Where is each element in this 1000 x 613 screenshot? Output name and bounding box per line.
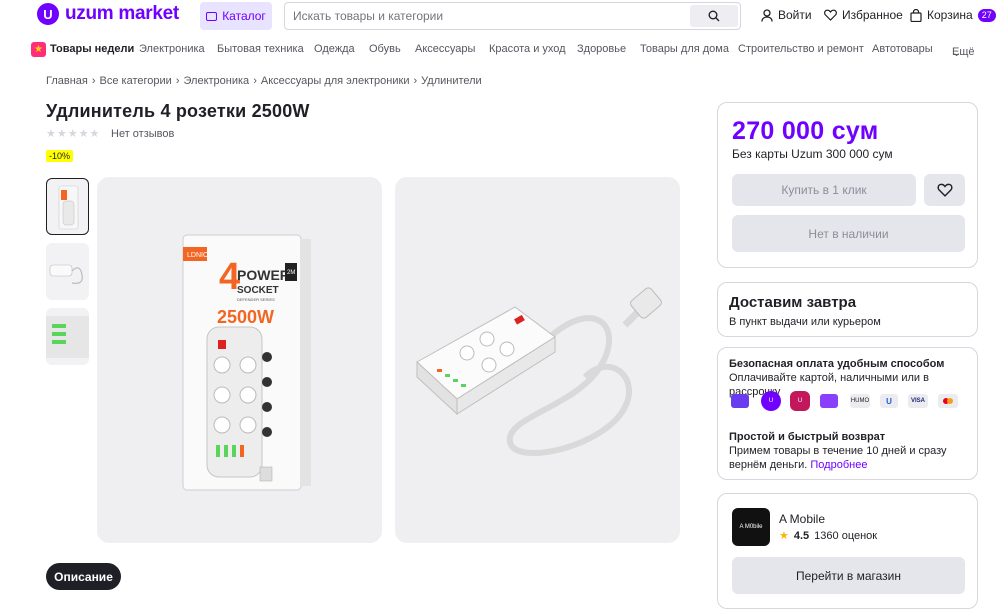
seller-card: A M0bile A Mobile ★ 4.5 1360 оценок Пере… <box>717 493 978 609</box>
breadcrumb-item[interactable]: Все категории <box>100 75 172 87</box>
power-strip-thumb <box>49 264 83 284</box>
delivery-title: Доставим завтра <box>729 294 857 311</box>
catalog-icon <box>206 11 218 21</box>
nav-item-shoes[interactable]: Обувь <box>369 43 401 55</box>
thumbnail-1[interactable] <box>46 178 89 235</box>
nav-item-electronics[interactable]: Электроника <box>139 43 205 55</box>
product-title: Удлинитель 4 розетки 2500W <box>46 101 310 121</box>
wallet-icon <box>820 394 838 408</box>
search-box <box>284 2 741 30</box>
uzum-logo-icon: U <box>37 3 59 25</box>
logo-text: uzum market <box>65 3 179 24</box>
nav-item-construction[interactable]: Строительство и ремонт <box>738 43 864 55</box>
seller-rating: ★ 4.5 1360 оценок <box>779 529 878 543</box>
breadcrumb-item[interactable]: Аксессуары для электроники <box>261 75 410 87</box>
power-strip-illustration <box>416 287 662 457</box>
header: U uzum market Каталог Войти Избранное Ко… <box>0 0 1000 32</box>
breadcrumb-item[interactable]: Электроника <box>184 75 250 87</box>
thumbnail-2[interactable] <box>46 243 89 300</box>
box-socket-text: SOCKET <box>237 285 279 296</box>
return-title: Простой и быстрый возврат <box>729 431 886 443</box>
cart-label: Корзина <box>927 8 973 22</box>
uzum-bank-icon: U <box>761 391 781 411</box>
go-to-shop-button[interactable]: Перейти в магазин <box>732 557 965 594</box>
return-text: Примем товары в течение 10 дней и сразу … <box>729 444 974 472</box>
box-watt-text: 2500W <box>217 307 274 327</box>
cart-link[interactable]: Корзина 27 <box>910 8 996 22</box>
reviews-link[interactable]: Нет отзывов <box>111 128 174 140</box>
chevron-right-icon: › <box>175 75 180 87</box>
nav-item-beauty[interactable]: Красота и уход <box>489 43 566 55</box>
buy-box: 270 000 сум Без карты Uzum 300 000 сум К… <box>717 102 978 268</box>
humo-icon: HUMO <box>850 394 870 408</box>
chevron-right-icon: › <box>413 75 418 87</box>
user-icon <box>761 8 773 22</box>
nav-item-auto[interactable]: Автотовары <box>872 43 933 55</box>
buy-one-click-button[interactable]: Купить в 1 клик <box>732 174 916 206</box>
heart-icon <box>936 183 953 197</box>
favorites-label: Избранное <box>842 8 903 22</box>
star-icon: ★ <box>779 530 789 542</box>
visa-icon: VISA <box>908 394 928 408</box>
return-more-link[interactable]: Подробнее <box>810 459 867 471</box>
breadcrumb-item[interactable]: Удлинители <box>421 75 482 87</box>
favorites-link[interactable]: Избранное <box>824 8 903 22</box>
search-input[interactable] <box>293 3 683 29</box>
nav-item-health[interactable]: Здоровье <box>577 43 626 55</box>
chevron-right-icon: › <box>253 75 257 87</box>
login-link[interactable]: Войти <box>761 8 812 22</box>
price: 270 000 сум <box>732 117 879 145</box>
nav-item-accessories[interactable]: Аксессуары <box>415 43 475 55</box>
mastercard-icon <box>938 394 958 408</box>
nav-item-home[interactable]: Товары для дома <box>640 43 729 55</box>
delivery-card: Доставим завтра В пункт выдачи или курье… <box>717 282 978 337</box>
discount-badge: -10% <box>46 150 74 162</box>
seller-logo[interactable]: A M0bile <box>732 508 770 546</box>
category-nav: ★ Товары недели Электроника Бытовая техн… <box>0 40 1000 60</box>
star-icon: ★ <box>31 42 46 57</box>
login-label: Войти <box>778 8 812 22</box>
payment-title: Безопасная оплата удобным способом <box>729 358 945 370</box>
box-power-text: POWER <box>237 267 290 283</box>
product-box-thumb <box>58 185 79 230</box>
nav-item-appliances[interactable]: Бытовая техника <box>217 43 304 55</box>
chevron-down-icon: ⌄ <box>952 47 962 59</box>
seller-reviews: 1360 оценок <box>814 529 878 542</box>
uzum-nasiya-icon: U <box>790 391 810 411</box>
search-icon <box>708 10 720 22</box>
cart-count-badge: 27 <box>977 8 996 22</box>
search-button[interactable] <box>690 5 738 27</box>
heart-icon <box>824 9 837 21</box>
catalog-button[interactable]: Каталог <box>200 2 272 30</box>
nav-item-weekly[interactable]: Товары недели <box>50 43 134 55</box>
out-of-stock-button[interactable]: Нет в наличии <box>732 215 965 252</box>
box-brand-text: LDNIO <box>187 252 209 259</box>
product-box-illustration: LDNIO 4 POWER SOCKET DEFENDER SERIES 250… <box>182 234 311 491</box>
description-tab[interactable]: Описание <box>46 563 121 590</box>
payment-card: Безопасная оплата удобным способом Оплач… <box>717 347 978 480</box>
delivery-subtitle: В пункт выдачи или курьером <box>729 316 881 328</box>
chevron-right-icon: › <box>91 75 96 87</box>
rating-stars: ★★★★★ <box>46 128 101 140</box>
uzcard-u-icon: U <box>880 394 898 408</box>
thumbnail-3[interactable] <box>46 308 89 365</box>
catalog-label: Каталог <box>222 9 266 23</box>
uzcard-icon <box>731 394 749 408</box>
seller-name[interactable]: A Mobile <box>779 512 825 526</box>
product-image-box[interactable]: LDNIO 4 POWER SOCKET DEFENDER SERIES 250… <box>97 177 382 543</box>
box-series-text: DEFENDER SERIES <box>237 297 275 302</box>
usb-ports-thumb <box>46 316 89 358</box>
logo[interactable]: U uzum market <box>37 3 179 25</box>
nav-item-clothes[interactable]: Одежда <box>314 43 355 55</box>
add-to-favorites-button[interactable] <box>924 174 965 206</box>
no-card-price: Без карты Uzum 300 000 сум <box>732 147 893 161</box>
bag-icon <box>910 8 922 22</box>
breadcrumb: Главная › Все категории › Электроника › Акс… <box>46 75 482 87</box>
seller-rating-value: 4.5 <box>793 529 810 542</box>
breadcrumb-item[interactable]: Главная <box>46 75 88 87</box>
box-cable-text: 2M <box>287 270 295 276</box>
product-image-strip[interactable] <box>395 177 680 543</box>
